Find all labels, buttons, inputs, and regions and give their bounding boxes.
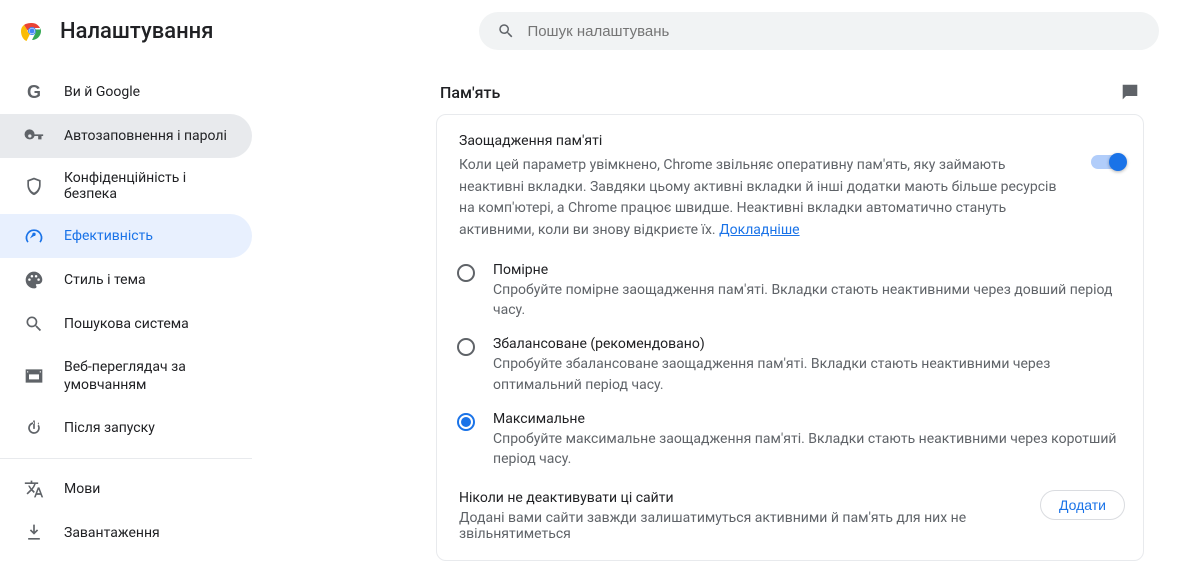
page-title: Налаштування <box>60 19 213 44</box>
radio-icon <box>457 413 475 431</box>
sidebar-item-downloads[interactable]: Завантаження <box>0 511 252 555</box>
learn-more-link[interactable]: Докладніше <box>719 222 799 238</box>
app-header: Налаштування <box>0 0 1200 62</box>
sidebar-item-label: Після запуску <box>64 420 155 436</box>
sidebar-item-languages[interactable]: Мови <box>0 467 252 511</box>
section-title: Пам'ять <box>440 83 500 102</box>
radio-label: Помірне <box>493 262 1123 278</box>
shield-icon <box>24 176 44 196</box>
never-title: Ніколи не деактивувати ці сайти <box>459 490 1020 506</box>
search-icon <box>24 314 44 334</box>
memory-saver-toggle[interactable] <box>1091 155 1125 169</box>
radio-moderate[interactable]: Помірне Спробуйте помірне заощадження па… <box>457 256 1123 331</box>
feedback-icon[interactable] <box>1120 82 1140 102</box>
sidebar-item-performance[interactable]: Ефективність <box>0 214 252 258</box>
speedometer-icon <box>24 226 44 246</box>
sidebar: G Ви й Google Автозаповнення і паролі Ко… <box>0 62 260 577</box>
sidebar-item-label: Пошукова система <box>64 316 189 332</box>
sidebar-item-on-startup[interactable]: Після запуску <box>0 406 252 450</box>
radio-balanced[interactable]: Збалансоване (рекомендовано) Спробуйте з… <box>457 330 1123 405</box>
radio-desc: Спробуйте помірне заощадження пам'яті. В… <box>493 280 1123 321</box>
browser-icon <box>24 366 44 386</box>
sidebar-divider <box>0 458 252 459</box>
memory-saver-desc: Коли цей параметр увімкнено, Chrome звіл… <box>459 155 1067 242</box>
sidebar-item-appearance[interactable]: Стиль і тема <box>0 258 252 302</box>
add-site-button[interactable]: Додати <box>1040 490 1125 520</box>
never-desc: Додані вами сайти завжди залишатимуться … <box>459 510 1020 542</box>
sidebar-item-label: Завантаження <box>64 525 160 541</box>
radio-maximum[interactable]: Максимальне Спробуйте максимальне заощад… <box>457 405 1123 480</box>
search-input[interactable] <box>527 23 1141 40</box>
radio-desc: Спробуйте збалансоване заощадження пам'я… <box>493 354 1123 395</box>
radio-label: Збалансоване (рекомендовано) <box>493 336 1123 352</box>
sidebar-item-default-browser[interactable]: Веб-переглядач за умовчанням <box>0 346 252 406</box>
power-icon <box>24 418 44 438</box>
sidebar-item-label: Ви й Google <box>64 84 140 100</box>
memory-card: Заощадження пам'яті Коли цей параметр ув… <box>436 114 1144 561</box>
memory-saver-title: Заощадження пам'яті <box>459 133 1067 149</box>
palette-icon <box>24 270 44 290</box>
never-deactivate-block: Ніколи не деактивувати ці сайти Додані в… <box>437 480 1143 542</box>
sidebar-item-label: Веб-переглядач за умовчанням <box>64 358 238 394</box>
memory-options-list: Помірне Спробуйте помірне заощадження па… <box>437 242 1143 480</box>
toggle-knob <box>1109 153 1127 171</box>
section-header: Пам'ять <box>436 62 1144 114</box>
sidebar-item-label: Конфіденційність і безпека <box>64 170 238 202</box>
sidebar-item-label: Мови <box>64 481 100 497</box>
radio-icon <box>457 264 475 282</box>
sidebar-item-privacy[interactable]: Конфіденційність і безпека <box>0 158 252 214</box>
google-g-icon: G <box>24 82 44 102</box>
radio-desc: Спробуйте максимальне заощадження пам'ят… <box>493 429 1123 470</box>
sidebar-item-label: Ефективність <box>64 228 153 244</box>
main-content: Пам'ять Заощадження пам'яті Коли цей пар… <box>420 62 1160 577</box>
search-box[interactable] <box>479 12 1159 50</box>
radio-label: Максимальне <box>493 411 1123 427</box>
key-icon <box>24 126 44 146</box>
sidebar-item-label: Автозаповнення і паролі <box>64 128 227 144</box>
sidebar-item-search-engine[interactable]: Пошукова система <box>0 302 252 346</box>
chrome-logo-icon <box>20 19 44 43</box>
translate-icon <box>24 479 44 499</box>
download-icon <box>24 523 44 543</box>
sidebar-item-autofill[interactable]: Автозаповнення і паролі <box>0 114 252 158</box>
memory-saver-block: Заощадження пам'яті Коли цей параметр ув… <box>437 133 1143 242</box>
radio-icon <box>457 338 475 356</box>
search-container <box>479 12 1159 50</box>
sidebar-item-label: Стиль і тема <box>64 272 146 288</box>
sidebar-item-you-and-google[interactable]: G Ви й Google <box>0 70 252 114</box>
search-icon <box>497 22 515 40</box>
